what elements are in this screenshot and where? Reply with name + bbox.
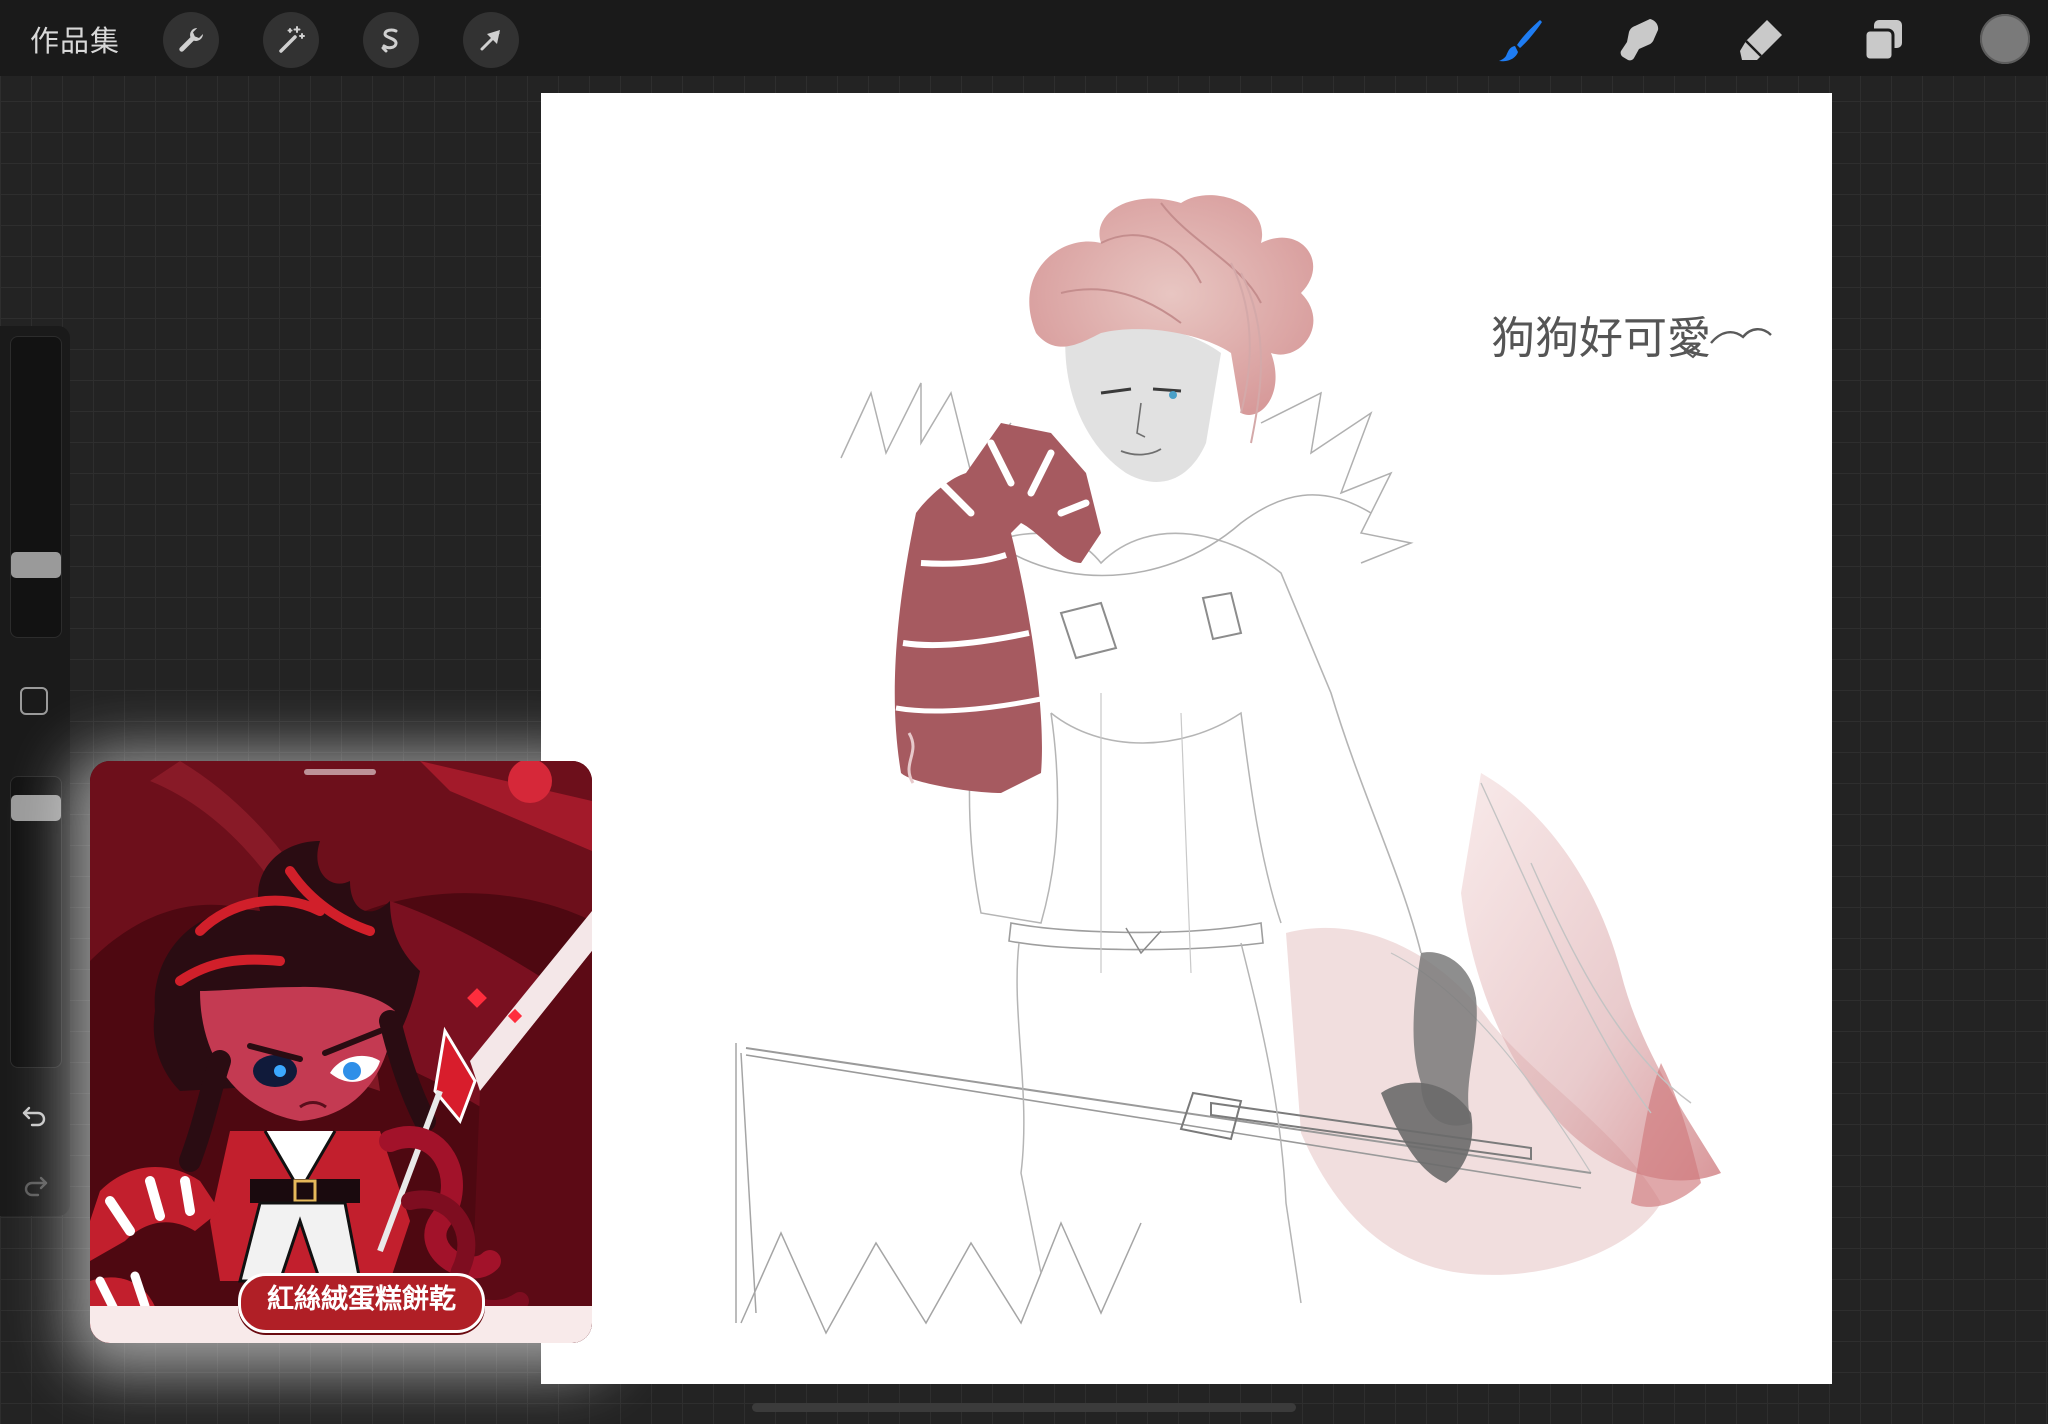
wrench-icon — [179, 28, 203, 52]
reference-window[interactable]: 紅絲絨蛋糕餅乾 — [90, 761, 592, 1343]
reference-drag-handle[interactable] — [304, 769, 376, 775]
eraser-icon — [1740, 20, 1782, 60]
magic-wand-icon — [279, 26, 305, 53]
gallery-button[interactable]: 作品集 — [30, 18, 120, 60]
reference-image — [90, 761, 592, 1343]
actions-button[interactable] — [163, 12, 219, 68]
undo-button[interactable] — [18, 1098, 52, 1132]
arrow-cursor-icon — [480, 30, 500, 51]
transform-button[interactable] — [463, 12, 519, 68]
brush-icon — [1499, 20, 1542, 62]
layers-button[interactable] — [1854, 10, 1914, 70]
layers-icon — [1863, 20, 1902, 62]
redo-button[interactable] — [18, 1168, 52, 1202]
brush-tool-button[interactable] — [1491, 10, 1551, 70]
top-toolbar: 作品集 — [0, 0, 2048, 76]
signature-text: 狗狗好可愛 — [1491, 313, 1711, 364]
left-sidebar — [0, 326, 70, 1216]
undo-icon — [22, 1106, 46, 1127]
eraser-tool-button[interactable] — [1732, 10, 1792, 70]
redo-icon — [24, 1176, 48, 1197]
sketch-artwork: 狗狗好可愛 — [735, 195, 1772, 1335]
brush-size-thumb[interactable] — [11, 552, 61, 578]
smudge-finger-icon — [1620, 19, 1659, 61]
reference-caption: 紅絲絨蛋糕餅乾 — [238, 1273, 485, 1333]
selection-s-icon — [381, 28, 398, 53]
smudge-tool-button[interactable] — [1611, 10, 1671, 70]
modify-button[interactable] — [20, 687, 48, 715]
drawing-canvas[interactable]: 狗狗好可愛 — [541, 93, 1832, 1384]
brush-opacity-slider[interactable] — [10, 776, 62, 1068]
procreate-workspace: 作品集 狗狗好可愛 紅絲絨蛋糕餅乾 — [0, 0, 2048, 1424]
home-indicator[interactable] — [752, 1403, 1296, 1412]
color-picker-swatch[interactable] — [1980, 14, 2030, 64]
adjustments-button[interactable] — [263, 12, 319, 68]
brush-opacity-thumb[interactable] — [11, 795, 61, 821]
brush-size-slider[interactable] — [10, 336, 62, 638]
selection-button[interactable] — [363, 12, 419, 68]
